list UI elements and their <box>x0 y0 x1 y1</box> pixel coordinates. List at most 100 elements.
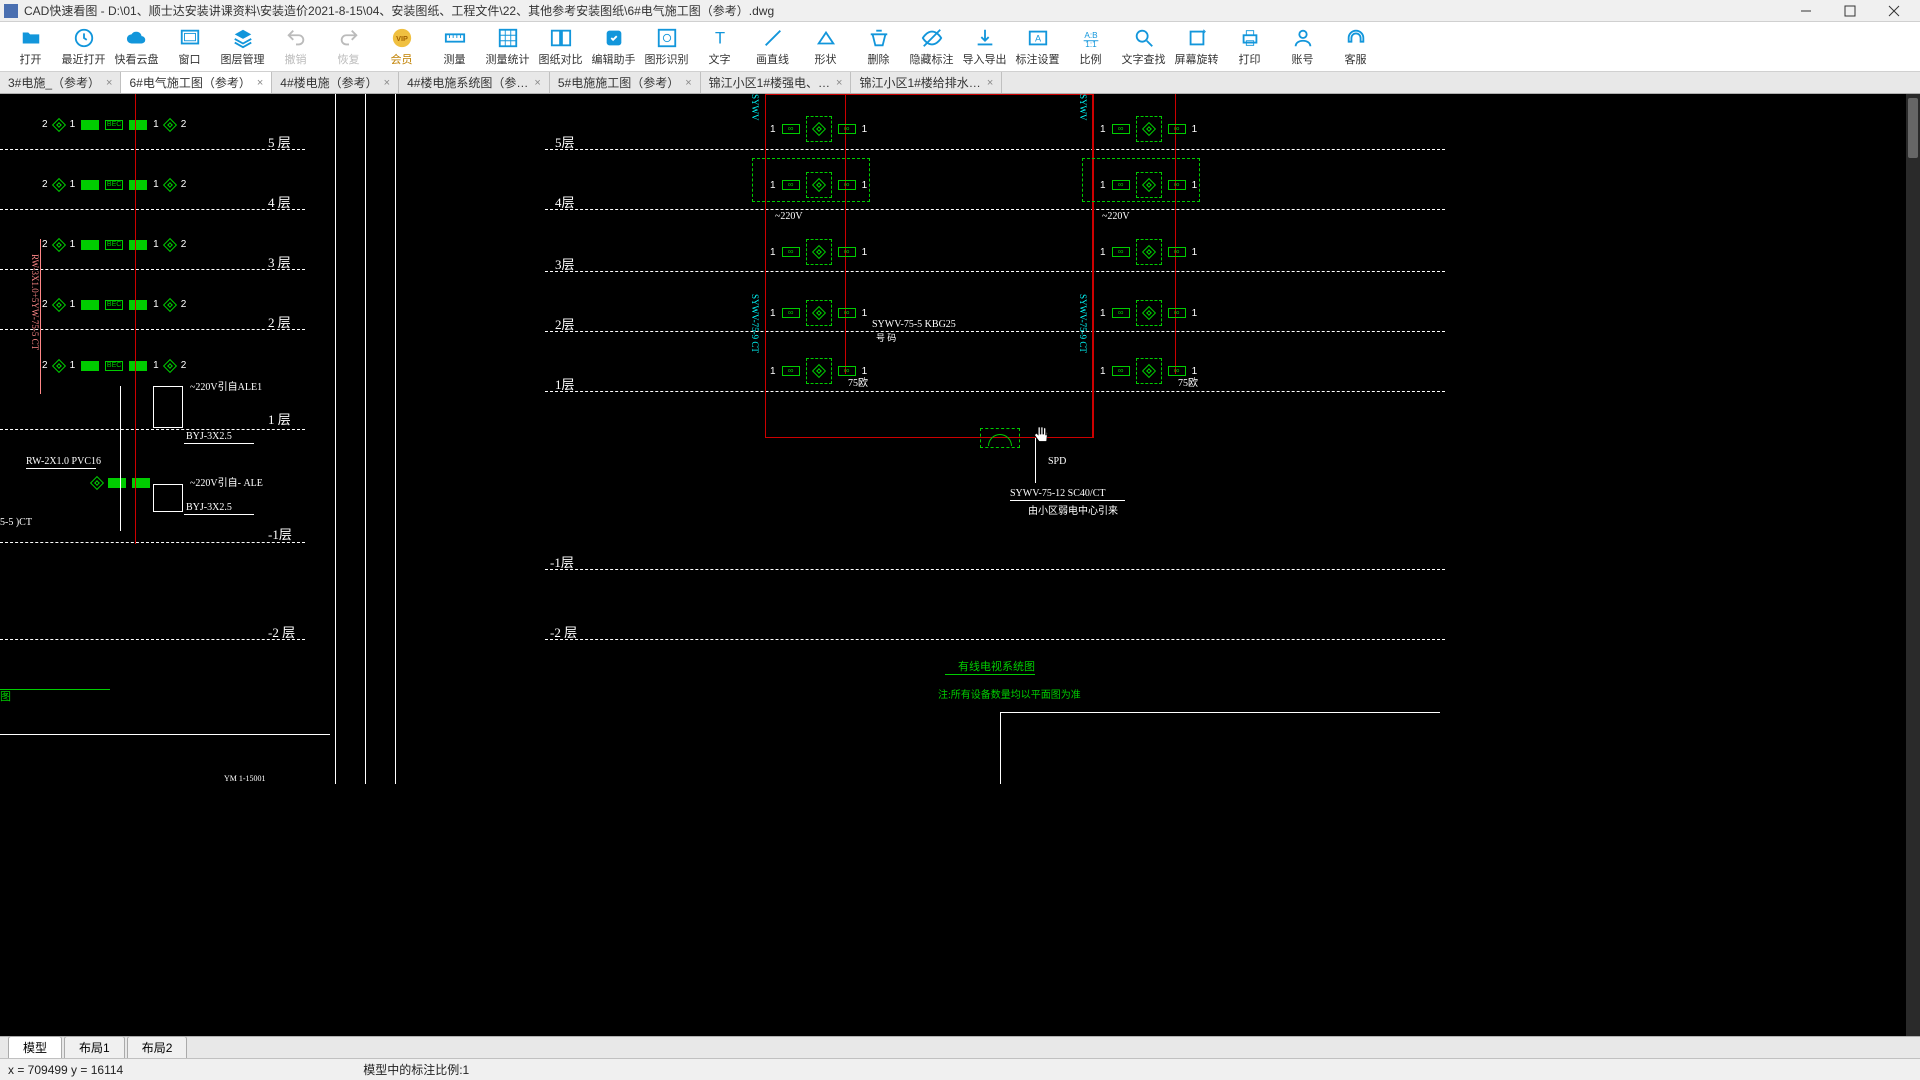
toolbar-edit[interactable]: 编辑助手 <box>587 23 640 71</box>
document-tab[interactable]: 3#电施_（参考）× <box>0 72 121 93</box>
divider-line <box>335 94 336 784</box>
floor-label: 1 层 <box>268 409 291 428</box>
close-tab-icon[interactable]: × <box>257 77 263 89</box>
dashline <box>0 542 305 543</box>
svg-text:1:1: 1:1 <box>1085 40 1097 49</box>
compare-icon <box>550 27 572 49</box>
close-tab-icon[interactable]: × <box>106 77 112 89</box>
status-bar: x = 709499 y = 16114 模型中的标注比例:1 <box>0 1058 1920 1080</box>
document-tabs: 3#电施_（参考）×6#电气施工图（参考）×4#楼电施（参考）×4#楼电施系统图… <box>0 72 1920 94</box>
vertical-label: SYWV <box>1078 94 1088 121</box>
measure-icon <box>444 27 466 49</box>
toolbar-open[interactable]: 打开 <box>4 23 57 71</box>
toolbar-shape[interactable]: 形状 <box>799 23 852 71</box>
annotation-text: 由小区弱电中心引来 <box>1028 502 1118 517</box>
delete-icon <box>868 27 890 49</box>
open-icon <box>20 27 42 49</box>
toolbar-support[interactable]: 客服 <box>1329 23 1382 71</box>
box <box>153 386 183 428</box>
document-tab[interactable]: 锦江小区1#楼给排水…× <box>851 72 1002 93</box>
layout-tab-layout1[interactable]: 布局1 <box>64 1036 125 1058</box>
toolbar-text[interactable]: T文字 <box>693 23 746 71</box>
toolbar-rotate[interactable]: 屏幕旋转 <box>1170 23 1223 71</box>
scale-icon: A:B1:1 <box>1080 27 1102 49</box>
document-tab[interactable]: 4#楼电施（参考）× <box>272 72 399 93</box>
minimize-button[interactable] <box>1784 1 1828 21</box>
layout-tab-model[interactable]: 模型 <box>8 1036 62 1058</box>
document-tab[interactable]: 锦江小区1#楼强电、…× <box>701 72 852 93</box>
tv-symbol-row: 1∞∞1 <box>1100 239 1197 265</box>
toolbar-recognize[interactable]: 图形识别 <box>640 23 693 71</box>
toolbar-recent[interactable]: 最近打开 <box>57 23 110 71</box>
toolbar-window[interactable]: 窗口 <box>163 23 216 71</box>
toolbar-print[interactable]: 打印 <box>1223 23 1276 71</box>
vertical-scrollbar[interactable] <box>1906 94 1920 1036</box>
document-tab[interactable]: 5#电施施工图（参考）× <box>550 72 701 93</box>
line-icon <box>762 27 784 49</box>
toolbar-io[interactable]: 导入导出 <box>958 23 1011 71</box>
tv-symbol-row: 1∞∞1 <box>1100 300 1197 326</box>
tv-symbol-row: 1∞∞1 <box>770 239 867 265</box>
close-tab-icon[interactable]: × <box>685 77 691 89</box>
toolbar-stats[interactable]: 测量统计 <box>481 23 534 71</box>
svg-text:A: A <box>1034 33 1041 43</box>
layout-tab-layout2[interactable]: 布局2 <box>127 1036 188 1058</box>
red-frame <box>765 94 1093 438</box>
toolbar-measure[interactable]: 测量 <box>428 23 481 71</box>
close-tab-icon[interactable]: × <box>987 77 993 89</box>
cursor-hand-icon <box>1030 424 1052 446</box>
toolbar-compare[interactable]: 图纸对比 <box>534 23 587 71</box>
svg-text:T: T <box>714 29 724 47</box>
annotation-text: BYJ-3X2.5 <box>186 502 232 513</box>
annotation-text: BYJ-3X2.5 <box>186 431 232 442</box>
floor-label: -1层 <box>268 524 292 543</box>
annotation-text: ~220V <box>1102 211 1130 222</box>
toolbar-undo: 撤销 <box>269 23 322 71</box>
window-icon <box>179 27 201 49</box>
dashline <box>0 639 305 640</box>
drawing-canvas[interactable]: 5 层 4 层 3 层 2 层 1 层 -1层 -2 层 21 BEC 12 2… <box>0 94 1920 1036</box>
vertical-label: RW-3X1.0+5YW-75-5 CT <box>30 254 40 350</box>
cloud-icon <box>126 27 148 49</box>
layout-tabs: 模型 布局1 布局2 <box>0 1036 1920 1058</box>
toolbar-scale[interactable]: A:B1:1比例 <box>1064 23 1117 71</box>
close-tab-icon[interactable]: × <box>534 77 540 89</box>
annotation-text: ~220V <box>775 211 803 222</box>
rotate-icon <box>1186 27 1208 49</box>
annoset-icon: A <box>1027 27 1049 49</box>
close-tab-icon[interactable]: × <box>836 77 842 89</box>
toolbar-layers[interactable]: 图层管理 <box>216 23 269 71</box>
dashline <box>0 149 305 150</box>
dashline <box>0 329 305 330</box>
toolbar-vip[interactable]: VIP会员 <box>375 23 428 71</box>
toolbar-find[interactable]: 文字查找 <box>1117 23 1170 71</box>
print-icon <box>1239 27 1261 49</box>
toolbar-cloud[interactable]: 快看云盘 <box>110 23 163 71</box>
toolbar-annoset[interactable]: A标注设置 <box>1011 23 1064 71</box>
close-button[interactable] <box>1872 1 1916 21</box>
recognize-icon <box>656 27 678 49</box>
recent-icon <box>73 27 95 49</box>
svg-text:VIP: VIP <box>396 33 408 42</box>
toolbar-redo: 恢复 <box>322 23 375 71</box>
toolbar-hide[interactable]: 隐藏标注 <box>905 23 958 71</box>
toolbar-line[interactable]: 画直线 <box>746 23 799 71</box>
annotation-text: 75欧 <box>848 374 868 389</box>
vip-icon: VIP <box>391 27 413 49</box>
annotation-text: RW-2X1.0 PVC16 <box>26 456 101 467</box>
vertical-label: SYWV-75-9 CT <box>750 294 760 353</box>
title-bar: CAD快速看图 - D:\01、顺士达安装讲课资料\安装造价2021-8-15\… <box>0 0 1920 22</box>
toolbar-account[interactable]: 账号 <box>1276 23 1329 71</box>
toolbar-delete[interactable]: 删除 <box>852 23 905 71</box>
dashline <box>0 429 305 430</box>
dashline <box>0 209 305 210</box>
annotation-text: SYWV-75-5 KBG25 <box>872 319 956 330</box>
vertical-label: SYWV-75-9 CT <box>1078 294 1088 353</box>
symbol-row: 21 BEC 12 <box>42 119 186 130</box>
annotation-text: ~220V引自ALE1 <box>190 378 262 393</box>
maximize-button[interactable] <box>1828 1 1872 21</box>
close-tab-icon[interactable]: × <box>384 77 390 89</box>
account-icon <box>1292 27 1314 49</box>
document-tab[interactable]: 4#楼电施系统图（参…× <box>399 72 550 93</box>
document-tab[interactable]: 6#电气施工图（参考）× <box>121 72 272 93</box>
